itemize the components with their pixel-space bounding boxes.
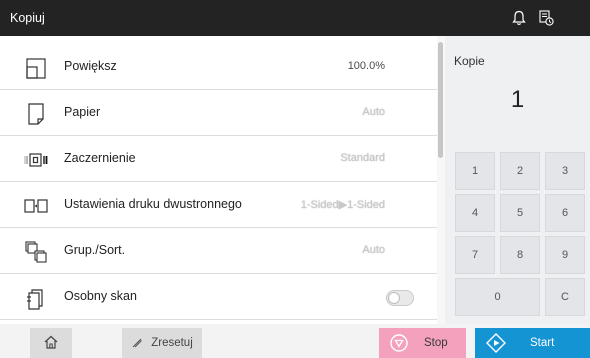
start-button[interactable]: Start <box>475 328 590 358</box>
setting-label: Papier <box>64 105 101 119</box>
setting-value: 1-Sided▶1-Sided <box>300 199 385 211</box>
keypad-key-1[interactable]: 1 <box>455 152 495 190</box>
setting-value: Auto <box>362 106 385 118</box>
keypad-key-3[interactable]: 3 <box>545 152 585 190</box>
keypad-key-4[interactable]: 4 <box>455 194 495 232</box>
keypad-key-7[interactable]: 7 <box>455 236 495 274</box>
eraser-icon <box>131 337 143 349</box>
reset-button[interactable]: Zresetuj <box>122 328 202 358</box>
copies-panel: Kopie 1 1 2 3 4 5 6 7 8 9 0 C <box>445 36 590 324</box>
setting-row-zoom[interactable]: Powiększ 100.0% <box>0 44 437 90</box>
sort-icon <box>24 240 48 264</box>
zoom-icon <box>24 56 48 80</box>
keypad-key-5[interactable]: 5 <box>500 194 540 232</box>
keypad-key-9[interactable]: 9 <box>545 236 585 274</box>
copies-label: Kopie <box>454 54 485 68</box>
stop-label: Stop <box>424 337 448 349</box>
list-scrollbar[interactable] <box>437 36 445 324</box>
duplex-icon <box>24 194 48 218</box>
setting-label: Powiększ <box>64 59 117 73</box>
keypad-key-2[interactable]: 2 <box>500 152 540 190</box>
separate-scan-toggle[interactable] <box>386 290 414 306</box>
job-status-icon[interactable] <box>535 7 557 29</box>
home-icon <box>43 334 59 353</box>
setting-value: 100.0% <box>347 60 385 72</box>
keypad-key-8[interactable]: 8 <box>500 236 540 274</box>
settings-list: Powiększ 100.0% Papier Auto Zaczernienie… <box>0 36 445 324</box>
setting-row-paper[interactable]: Papier Auto <box>0 90 437 136</box>
density-icon <box>24 148 48 172</box>
toggle-knob <box>388 292 400 304</box>
stop-button[interactable]: Stop <box>379 328 466 358</box>
setting-row-sort[interactable]: Grup./Sort. Auto <box>0 228 437 274</box>
reset-label: Zresetuj <box>151 337 193 349</box>
setting-row-density[interactable]: Zaczernienie Standard <box>0 136 437 182</box>
title-bar: Kopiuj <box>0 0 590 36</box>
setting-row-separate-scan[interactable]: Osobny skan <box>0 274 437 320</box>
paper-icon <box>24 102 48 126</box>
keypad-key-6[interactable]: 6 <box>545 194 585 232</box>
setting-row-duplex[interactable]: Ustawienia druku dwustronnego 1-Sided▶1-… <box>0 182 437 228</box>
copies-count: 1 <box>510 86 525 113</box>
bottom-bar: Zresetuj Stop Start <box>0 324 590 358</box>
setting-value: Standard <box>340 152 385 164</box>
setting-label: Zaczernienie <box>64 151 136 165</box>
start-icon <box>485 332 507 357</box>
stop-icon <box>389 333 409 356</box>
keypad-key-clear[interactable]: C <box>545 278 585 316</box>
start-label: Start <box>530 337 555 349</box>
setting-label: Ustawienia druku dwustronnego <box>64 197 242 211</box>
home-button[interactable] <box>30 328 72 358</box>
setting-label: Osobny skan <box>64 289 137 303</box>
setting-label: Grup./Sort. <box>64 243 126 257</box>
bell-icon[interactable] <box>508 7 530 29</box>
scrollbar-thumb[interactable] <box>438 42 443 158</box>
setting-value: Auto <box>362 244 385 256</box>
app-title: Kopiuj <box>10 11 45 25</box>
separate-scan-icon <box>24 286 48 310</box>
keypad-key-0[interactable]: 0 <box>455 278 540 316</box>
